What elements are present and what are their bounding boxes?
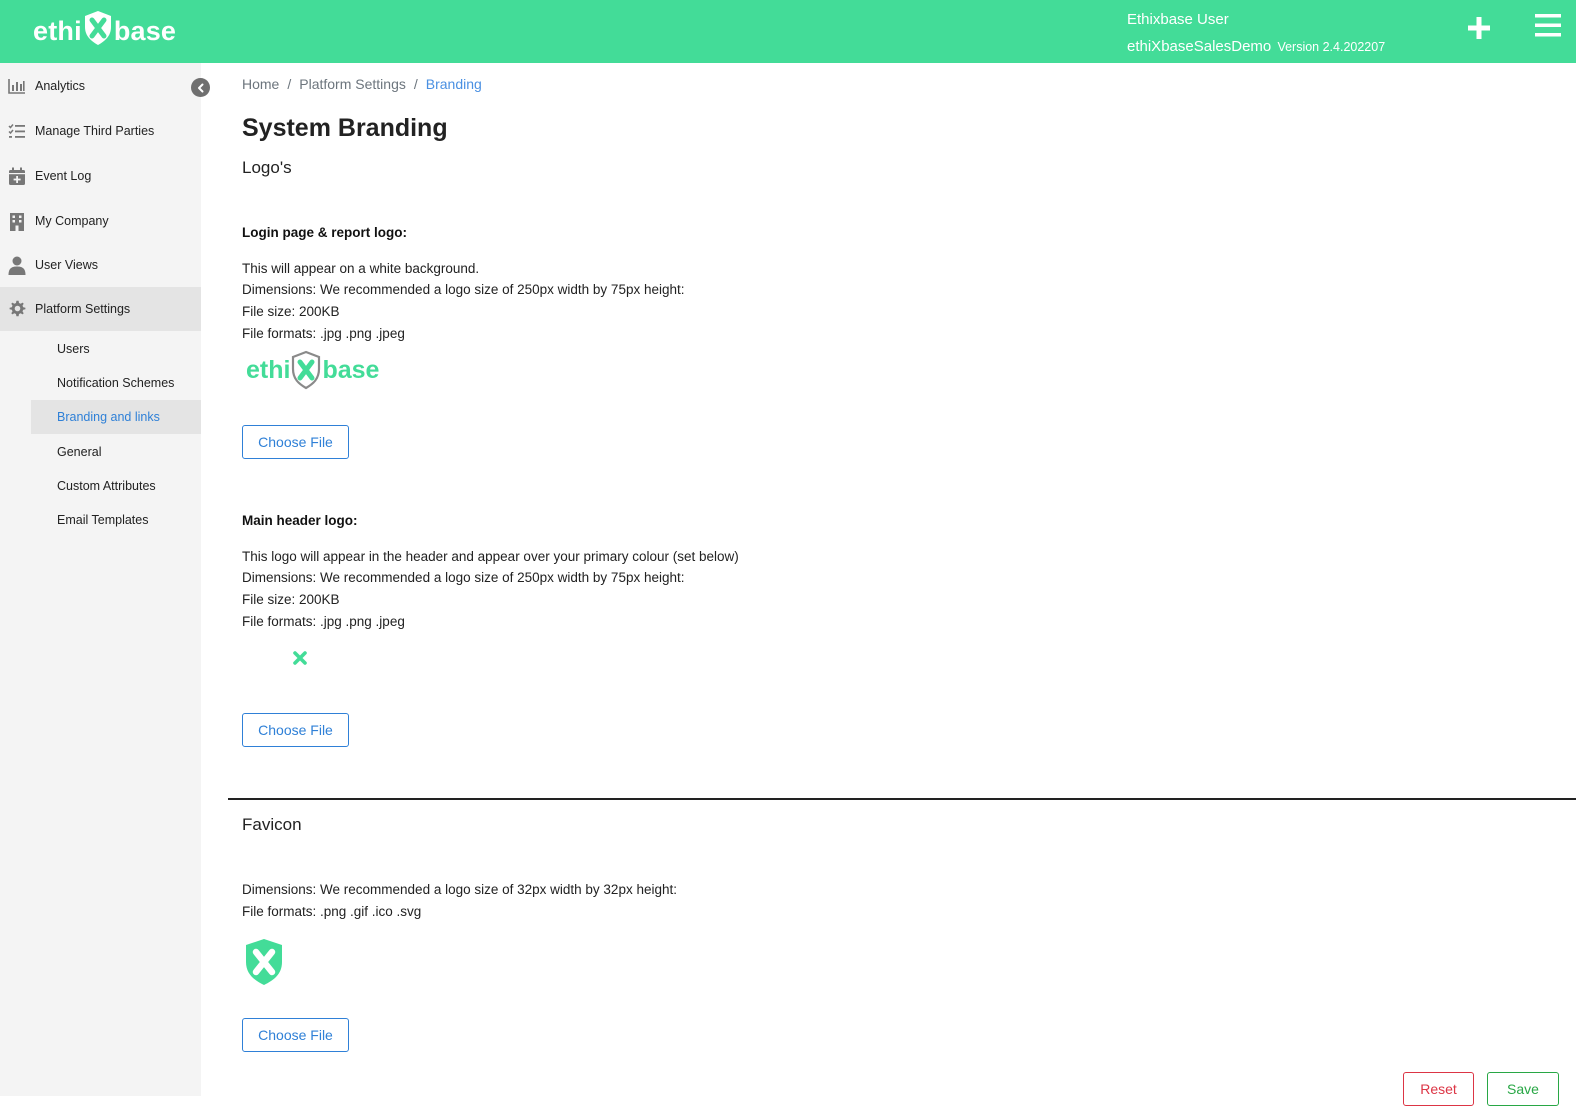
favicon-info-line: File formats: .png .gif .ico .svg [242, 904, 422, 919]
login-logo-info-line: File size: 200KB [242, 304, 340, 319]
sidebar-subitem-custom-attributes[interactable]: Custom Attributes [31, 469, 201, 503]
org-name: ethiXbaseSalesDemo [1127, 38, 1272, 55]
breadcrumb-separator: / [413, 76, 418, 92]
version-label: Version 2.4.202207 [1277, 40, 1386, 54]
shield-x-icon [291, 350, 321, 390]
calendar-plus-icon [7, 166, 27, 186]
top-header-bar: ethi base Ethixbase User ethiXbaseSalesD… [0, 0, 1576, 63]
sidebar-item-event-log[interactable]: Event Log [0, 154, 201, 198]
sidebar-item-label: Event Log [35, 169, 92, 183]
sidebar-subitem-notification-schemes[interactable]: Notification Schemes [31, 366, 201, 400]
breadcrumb-current: Branding [425, 76, 482, 92]
page-title: System Branding [242, 114, 448, 142]
sidebar-item-my-company[interactable]: My Company [0, 199, 201, 243]
sidebar-item-platform-settings[interactable]: Platform Settings [0, 287, 201, 331]
user-info[interactable]: Ethixbase User ethiXbaseSalesDemo Versio… [1127, 10, 1385, 57]
building-icon [7, 211, 27, 231]
plus-icon[interactable] [1465, 14, 1493, 42]
sidebar-item-label: Platform Settings [35, 302, 131, 316]
breadcrumb-separator: / [287, 76, 292, 92]
login-logo-info-line: This will appear on a white background. [242, 261, 480, 276]
sidebar-item-user-views[interactable]: User Views [0, 243, 201, 287]
breadcrumb: Home / Platform Settings / Branding [242, 76, 482, 92]
gear-icon [7, 299, 27, 319]
login-logo-preview-text-right: base [322, 355, 380, 384]
login-logo-preview: ethi base [246, 348, 379, 392]
hamburger-icon[interactable] [1534, 12, 1562, 40]
sidebar-item-label: User Views [35, 258, 98, 272]
bar-chart-icon [7, 76, 27, 96]
header-logo-text-right: base [113, 15, 177, 46]
login-logo-label: Login page & report logo: [242, 225, 407, 240]
sidebar-subitem-branding-and-links[interactable]: Branding and links [31, 400, 201, 434]
header-logo-info-line: File formats: .jpg .png .jpeg [242, 614, 405, 629]
header-logo-text-left: ethi [33, 15, 82, 46]
sidebar-subitem-users[interactable]: Users [31, 332, 201, 366]
sidebar-item-label: Analytics [35, 79, 86, 93]
header-logo-info-line: File size: 200KB [242, 592, 340, 607]
section-divider [228, 798, 1576, 800]
org-and-version: ethiXbaseSalesDemo Version 2.4.202207 [1127, 37, 1385, 57]
header-logo-choose-file-button[interactable]: Choose File [242, 713, 349, 747]
header-logo-info-line: Dimensions: We recommended a logo size o… [242, 570, 685, 585]
favicon-choose-file-button[interactable]: Choose File [242, 1018, 349, 1052]
favicon-section-title: Favicon [242, 815, 302, 834]
shield-x-icon [83, 10, 113, 53]
sidebar-item-label: Manage Third Parties [35, 124, 155, 138]
header-logo-info-line: This logo will appear in the header and … [242, 549, 739, 564]
checklist-icon [7, 121, 27, 141]
save-button[interactable]: Save [1487, 1072, 1559, 1106]
login-logo-preview-text-left: ethi [246, 355, 291, 384]
chevron-left-icon[interactable] [191, 78, 210, 97]
breadcrumb-home[interactable]: Home [242, 76, 279, 92]
sidebar-item-analytics[interactable]: Analytics [0, 64, 201, 108]
sidebar-item-manage-third-parties[interactable]: Manage Third Parties [0, 109, 201, 153]
sidebar-item-label: My Company [35, 214, 109, 228]
logos-section-title: Logo's [242, 158, 292, 177]
favicon-shield-icon [244, 938, 284, 991]
breadcrumb-platform-settings[interactable]: Platform Settings [299, 76, 406, 92]
x-icon [292, 650, 308, 671]
login-logo-info-line: Dimensions: We recommended a logo size o… [242, 282, 685, 297]
user-icon [7, 255, 27, 275]
sidebar-subitem-general[interactable]: General [31, 435, 201, 469]
sidebar-subitem-email-templates[interactable]: Email Templates [31, 503, 201, 537]
login-logo-choose-file-button[interactable]: Choose File [242, 425, 349, 459]
header-logo[interactable]: ethi base [33, 10, 177, 53]
favicon-info-line: Dimensions: We recommended a logo size o… [242, 882, 677, 897]
reset-button[interactable]: Reset [1403, 1072, 1474, 1106]
user-name: Ethixbase User [1127, 11, 1229, 28]
login-logo-info-line: File formats: .jpg .png .jpeg [242, 326, 405, 341]
header-logo-label: Main header logo: [242, 513, 358, 528]
